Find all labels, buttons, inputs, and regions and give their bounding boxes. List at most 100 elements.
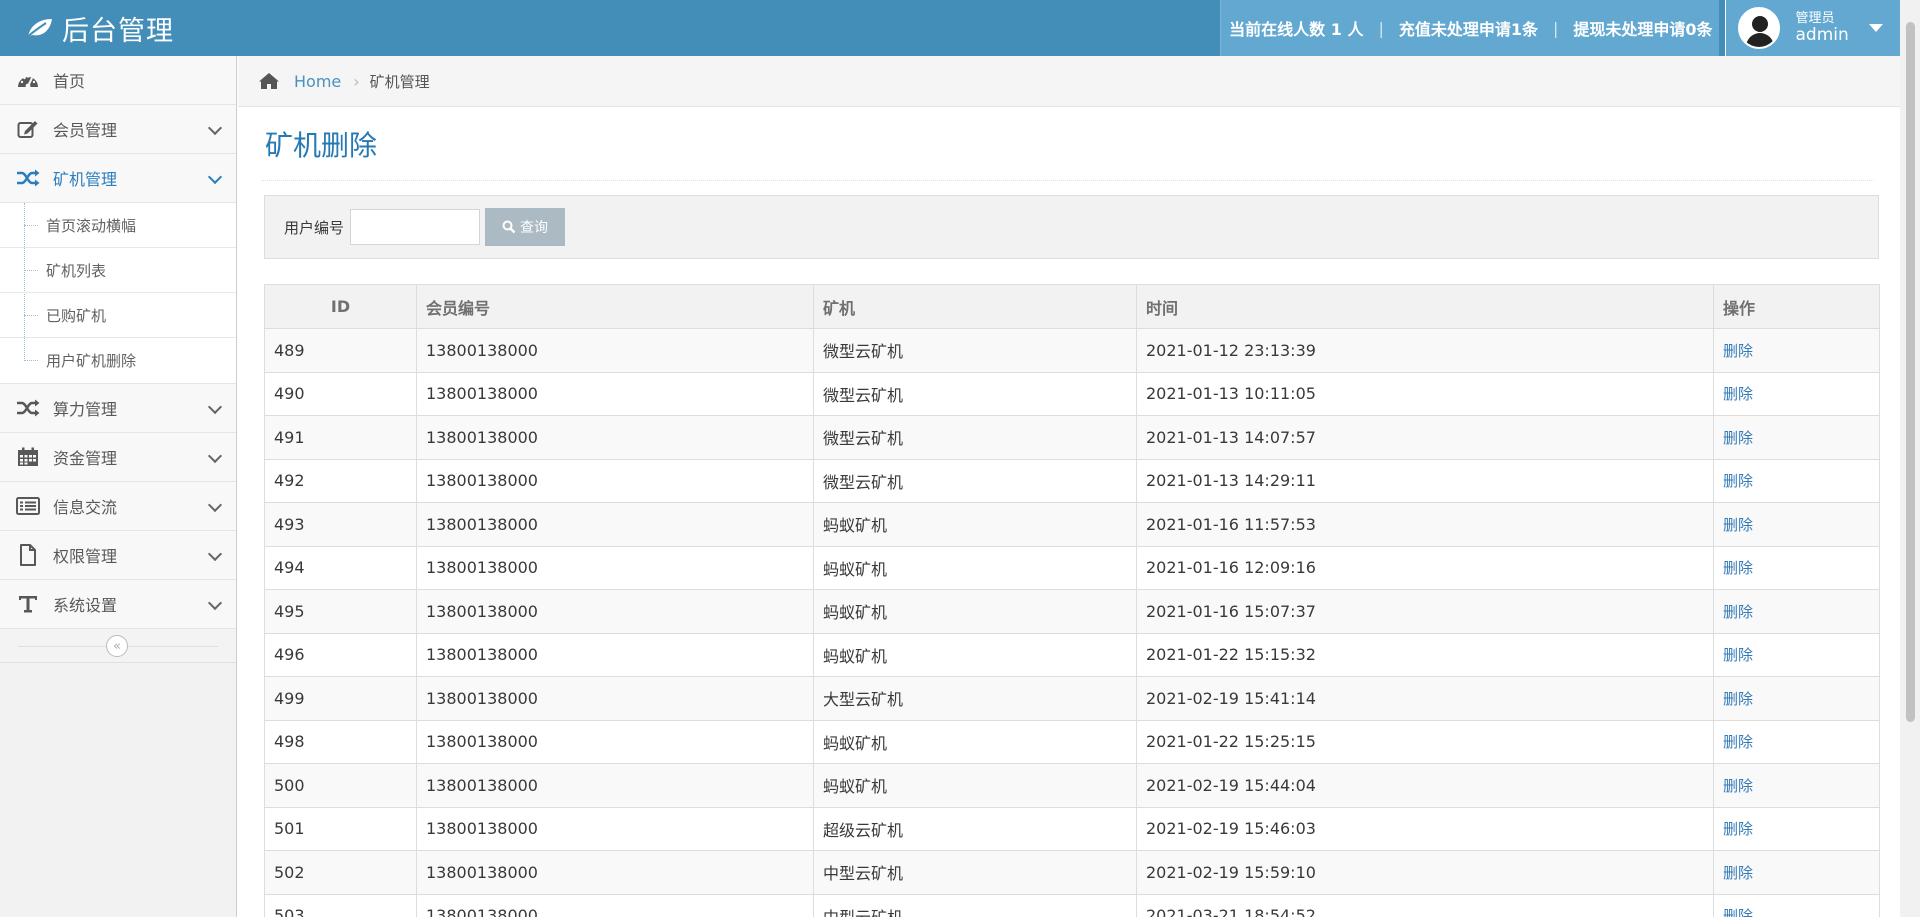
submenu-item-user-miner-delete[interactable]: 用户矿机删除 (0, 338, 236, 383)
delete-link[interactable]: 删除 (1723, 385, 1753, 403)
table-row: 494 13800138000 蚂蚁矿机 2021-01-16 12:09:16 删除 (264, 545, 1880, 590)
table-row: 501 13800138000 超级云矿机 2021-02-19 15:46:03 删除 (264, 806, 1880, 851)
delete-link[interactable]: 删除 (1723, 472, 1753, 490)
cell-id: 495 (264, 589, 417, 634)
cell-miner: 微型云矿机 (813, 415, 1137, 460)
calendar-icon (16, 447, 40, 467)
sidebar-item-label: 矿机管理 (53, 170, 118, 189)
scrollbar-thumb[interactable] (1906, 22, 1915, 722)
cell-miner: 蚂蚁矿机 (813, 763, 1137, 808)
search-bar: 用户编号 查询 (264, 195, 1879, 259)
submenu-item-banner[interactable]: 首页滚动横幅 (0, 203, 236, 248)
cell-miner: 超级云矿机 (813, 806, 1137, 851)
miner-table: ID 会员编号 矿机 时间 操作 489 13800138000 微型云矿机 2021… (264, 284, 1880, 917)
cell-time: 2021-01-13 14:07:57 (1136, 415, 1714, 460)
cell-member-id: 13800138000 (416, 415, 814, 460)
delete-link[interactable]: 删除 (1723, 907, 1753, 917)
edit-icon (16, 119, 40, 139)
cell-action: 删除 (1713, 371, 1880, 416)
shuffle-icon (16, 168, 40, 188)
cell-action: 删除 (1713, 632, 1880, 677)
cell-action: 删除 (1713, 328, 1880, 373)
column-header-time: 时间 (1136, 284, 1714, 329)
chevron-down-icon (207, 546, 223, 562)
delete-link[interactable]: 删除 (1723, 777, 1753, 795)
sidebar-item-home[interactable]: 首页 (0, 56, 236, 105)
sidebar-item-settings[interactable]: 系统设置 (0, 580, 236, 629)
cell-time: 2021-01-16 11:57:53 (1136, 502, 1714, 547)
withdraw-pending-stat[interactable]: 提现未处理申请0条 (1573, 16, 1712, 40)
sidebar-item-messages[interactable]: 信息交流 (0, 482, 236, 531)
cell-id: 503 (264, 893, 417, 917)
delete-link[interactable]: 删除 (1723, 429, 1753, 447)
chevron-down-icon (207, 595, 223, 611)
avatar (1737, 7, 1780, 49)
delete-link[interactable]: 删除 (1723, 820, 1753, 838)
table-row: 491 13800138000 微型云矿机 2021-01-13 14:07:57 删除 (264, 415, 1880, 460)
caret-down-icon[interactable] (1868, 24, 1883, 32)
column-header-id: ID (264, 284, 417, 329)
cell-member-id: 13800138000 (416, 893, 814, 917)
sidebar-item-label: 算力管理 (53, 400, 118, 419)
cell-id: 499 (264, 676, 417, 721)
cell-id: 492 (264, 458, 417, 503)
search-button-label: 查询 (520, 220, 549, 236)
cell-action: 删除 (1713, 763, 1880, 808)
sidebar-item-members[interactable]: 会员管理 (0, 105, 236, 154)
table-row: 489 13800138000 微型云矿机 2021-01-12 23:13:39 删除 (264, 328, 1880, 373)
chevron-down-icon (207, 497, 223, 513)
cell-time: 2021-02-19 15:59:10 (1136, 850, 1714, 895)
breadcrumb-current: 矿机管理 (369, 72, 430, 91)
cell-member-id: 13800138000 (416, 806, 814, 851)
cell-id: 502 (264, 850, 417, 895)
nav-stats: 当前在线人数 1 人 | 充值未处理申请1条 | 提现未处理申请0条 (1220, 0, 1719, 56)
chevron-down-icon (207, 120, 223, 136)
delete-link[interactable]: 删除 (1723, 646, 1753, 664)
search-button[interactable]: 查询 (485, 208, 566, 246)
cell-time: 2021-01-13 10:11:05 (1136, 371, 1714, 416)
submenu-item-purchased[interactable]: 已购矿机 (0, 293, 236, 338)
cell-miner: 中型云矿机 (813, 893, 1137, 917)
online-users-stat[interactable]: 当前在线人数 1 人 (1229, 16, 1363, 40)
brand[interactable]: 后台管理 (0, 0, 1220, 56)
table-row: 499 13800138000 大型云矿机 2021-02-19 15:41:14 删除 (264, 676, 1880, 721)
nav-separator: | (1552, 18, 1559, 38)
user-id-input[interactable] (350, 209, 481, 245)
main-content: Home › 矿机管理 矿机删除 用户编号 查询 ID 会员编号 矿机 时间 操… (238, 56, 1900, 917)
cell-miner: 蚂蚁矿机 (813, 545, 1137, 590)
column-header-action: 操作 (1713, 284, 1880, 329)
delete-link[interactable]: 删除 (1723, 603, 1753, 621)
page-scrollbar[interactable] (1900, 0, 1920, 917)
user-role: 管理员 (1795, 10, 1835, 26)
cell-time: 2021-01-16 12:09:16 (1136, 545, 1714, 590)
submenu-item-miner-list[interactable]: 矿机列表 (0, 248, 236, 293)
recharge-pending-stat[interactable]: 充值未处理申请1条 (1399, 16, 1538, 40)
cell-member-id: 13800138000 (416, 545, 814, 590)
home-icon (259, 73, 279, 89)
sidebar-item-funds[interactable]: 资金管理 (0, 433, 236, 482)
delete-link[interactable]: 删除 (1723, 733, 1753, 751)
sidebar-item-miners[interactable]: 矿机管理 (0, 154, 236, 203)
cell-time: 2021-02-19 15:41:14 (1136, 676, 1714, 721)
delete-link[interactable]: 删除 (1723, 864, 1753, 882)
cell-member-id: 13800138000 (416, 719, 814, 764)
double-chevron-left-icon[interactable]: « (106, 635, 128, 657)
search-icon (502, 220, 516, 234)
cell-action: 删除 (1713, 719, 1880, 764)
breadcrumb-home-link[interactable]: Home (294, 72, 341, 91)
list-icon (16, 496, 40, 516)
delete-link[interactable]: 删除 (1723, 516, 1753, 534)
delete-link[interactable]: 删除 (1723, 559, 1753, 577)
sidebar-item-hashrate[interactable]: 算力管理 (0, 384, 236, 433)
sidebar-item-permissions[interactable]: 权限管理 (0, 531, 236, 580)
page-header: 矿机删除 (262, 107, 1874, 181)
cell-time: 2021-01-22 15:25:15 (1136, 719, 1714, 764)
sidebar-item-label: 资金管理 (53, 449, 118, 468)
cell-id: 489 (264, 328, 417, 373)
user-menu[interactable]: 管理员 admin (1724, 0, 1900, 56)
dashboard-icon (16, 70, 40, 90)
delete-link[interactable]: 删除 (1723, 690, 1753, 708)
cell-action: 删除 (1713, 545, 1880, 590)
cell-id: 490 (264, 371, 417, 416)
delete-link[interactable]: 删除 (1723, 342, 1753, 360)
